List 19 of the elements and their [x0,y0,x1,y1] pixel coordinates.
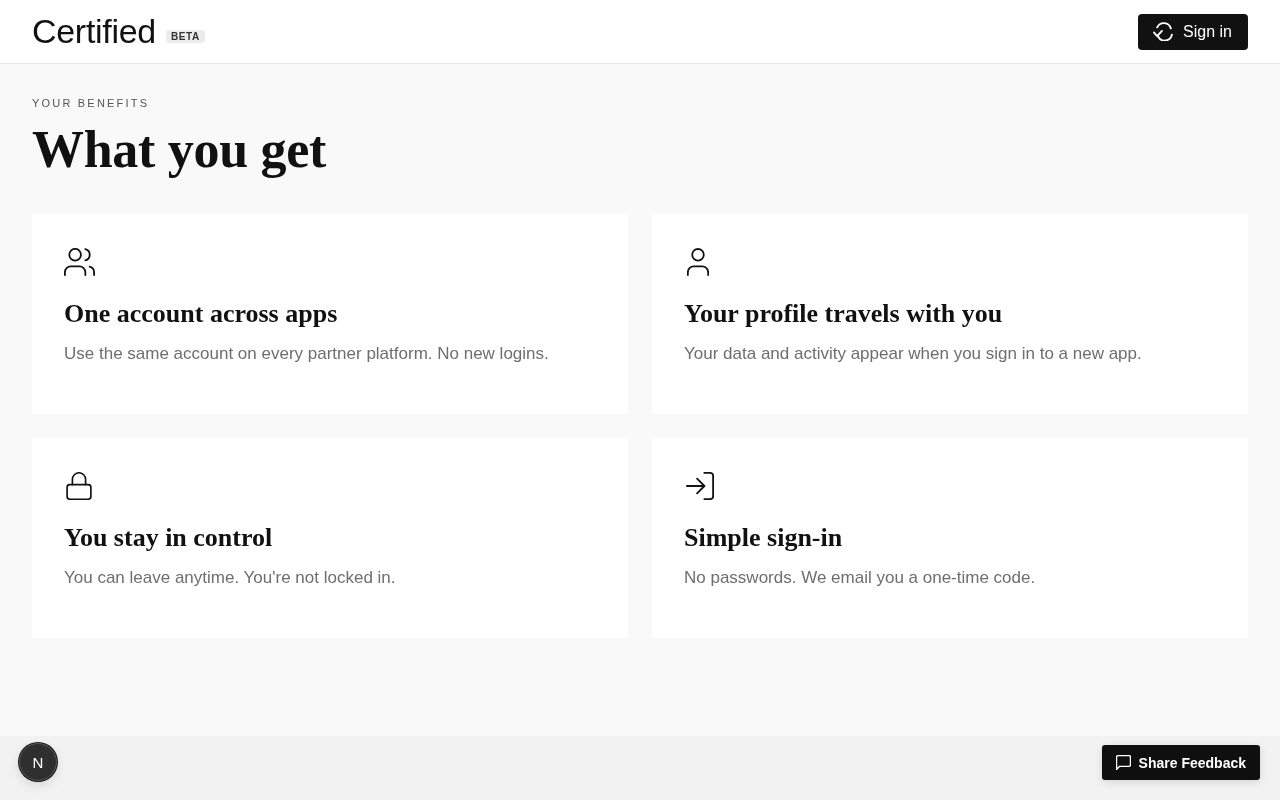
benefit-description: You can leave anytime. You're not locked in. [64,567,396,589]
benefit-description: Use the same account on every partner platform. No new logins. [64,343,549,365]
beta-badge: BETA [165,30,205,43]
benefit-title: You stay in control [64,522,273,554]
benefit-title: Your profile travels with you [684,298,1003,330]
section-eyebrow: YOUR BENEFITS [32,96,150,110]
benefit-description: Your data and activity appear when you sign in to a new app. [684,343,1142,365]
two-people-icon [64,248,95,276]
page-heading: What you get [32,120,326,180]
padlock-icon [66,472,92,500]
loop-check-icon [1153,22,1175,41]
speech-bubble-icon [1115,755,1131,770]
share-feedback-button[interactable]: Share Feedback [1101,745,1260,780]
sign-in-button[interactable]: Sign in [1138,13,1248,50]
benefit-description: No passwords. We email you a one-time code. [684,567,1036,589]
brand-logo[interactable]: Certified [32,12,156,50]
benefit-title: One account across apps [64,298,338,330]
person-icon [687,248,709,276]
benefit-title: Simple sign-in [684,522,843,554]
